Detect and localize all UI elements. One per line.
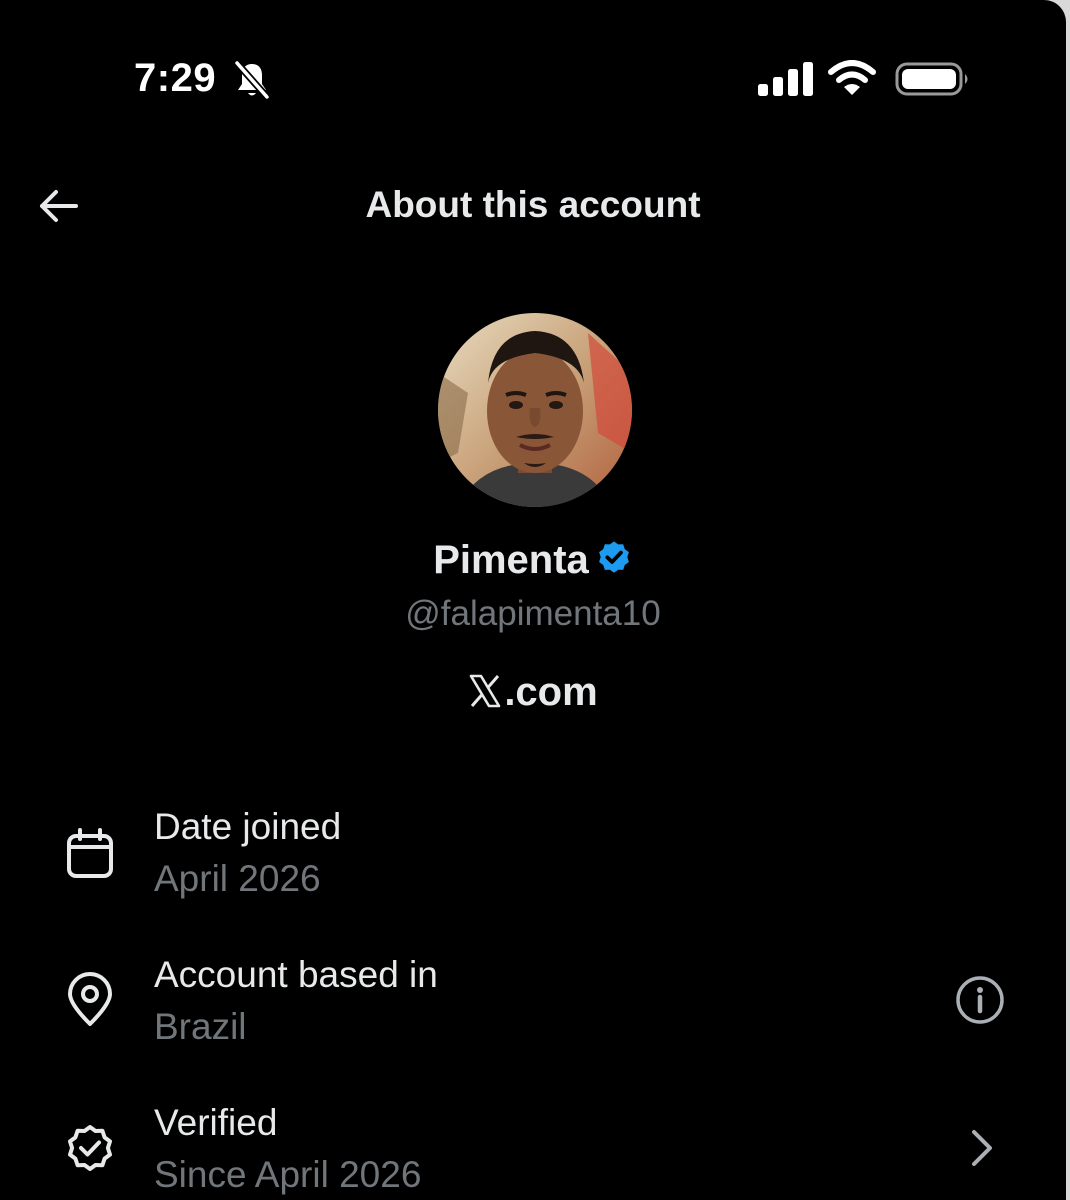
info-row-verified[interactable]: Verified Since April 2026 [0, 1102, 1066, 1200]
info-row-account-based-in: Account based in Brazil [0, 954, 1066, 1064]
chevron-right-icon[interactable] [950, 1118, 1010, 1178]
screen: 7:29 About this account Pimenta @falapim… [0, 0, 1066, 1200]
avatar [438, 313, 632, 507]
battery-icon [895, 62, 968, 96]
username-handle: @falapimenta10 [405, 594, 661, 633]
x-logo-icon [470, 674, 501, 708]
display-name: Pimenta [433, 538, 589, 582]
info-row-date-joined: Date joined April 2026 [0, 806, 1066, 916]
verified-badge-outline-icon [68, 1125, 112, 1171]
wifi-icon [828, 60, 876, 95]
status-time: 7:29 [134, 56, 217, 100]
date-joined-label: Date joined [154, 806, 342, 847]
platform-row: .com [0, 670, 1066, 715]
date-joined-value: April 2026 [154, 858, 321, 899]
calendar-icon [67, 828, 113, 878]
bell-slash-icon [234, 60, 270, 100]
display-name-row: Pimenta [0, 538, 1066, 583]
platform-domain: .com [504, 670, 598, 714]
cellular-signal-icon [758, 62, 813, 96]
info-icon[interactable] [950, 970, 1010, 1030]
page-title: About this account [365, 184, 701, 225]
verified-value: Since April 2026 [154, 1154, 422, 1195]
location-pin-icon [68, 972, 112, 1026]
verified-badge-icon [598, 541, 629, 573]
account-based-in-value: Brazil [154, 1006, 247, 1047]
verified-label: Verified [154, 1102, 278, 1143]
account-based-in-label: Account based in [154, 954, 438, 995]
